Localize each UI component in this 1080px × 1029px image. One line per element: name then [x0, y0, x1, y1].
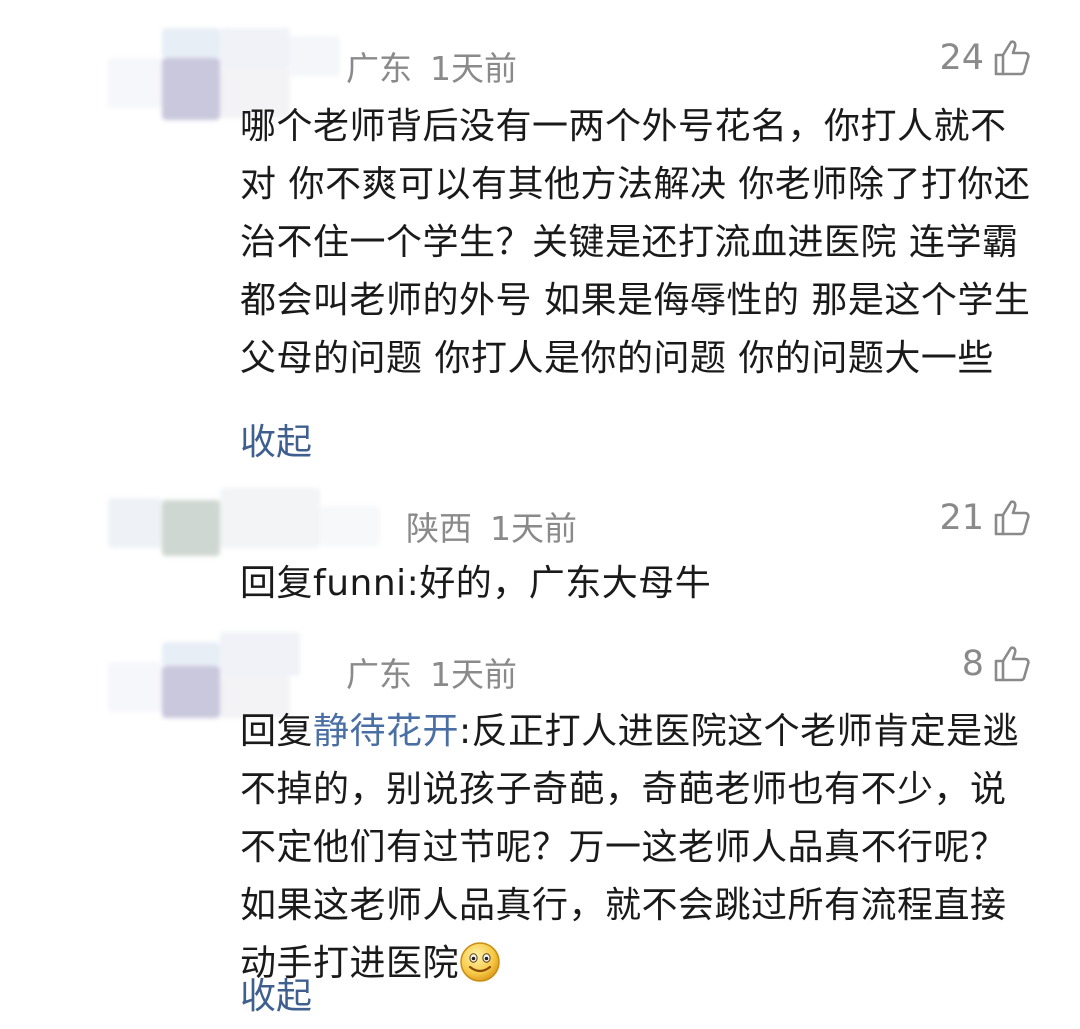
comment-location: 陕西 [406, 509, 472, 548]
comment-text: 回复静待花开:反正打人进医院这个老师肯定是逃不掉的，别说孩子奇葩，奇葩老师也有不… [240, 703, 1040, 993]
like-button[interactable]: 24 [939, 38, 1032, 78]
comment-text: 哪个老师背后没有一两个外号花名，你打人就不对 你不爽可以有其他方法解决 你老师除… [240, 106, 1031, 379]
comment-body: :好的，广东大母牛 [406, 563, 712, 604]
collapse-link[interactable]: 收起 [240, 967, 312, 1019]
thumbs-up-icon [994, 646, 1030, 682]
collapse-link[interactable]: 收起 [240, 413, 312, 465]
comment-time: 1天前 [490, 509, 577, 548]
comment-text: 回复funni:好的，广东大母牛 [240, 555, 1040, 613]
like-count: 21 [939, 498, 984, 538]
thumbs-up-icon [994, 500, 1030, 536]
comment-meta: 陕西 1天前 [406, 502, 577, 550]
comment-time: 1天前 [430, 49, 517, 88]
like-button[interactable]: 21 [939, 498, 1032, 538]
comment-meta: 广东 1天前 [346, 42, 517, 90]
thumbs-up-icon [994, 40, 1030, 76]
comment-location: 广东 [346, 655, 412, 694]
reply-to-user[interactable]: 静待花开 [313, 711, 459, 752]
reply-prefix: 回复 [240, 563, 314, 604]
comment-meta: 广东 1天前 [346, 648, 517, 696]
comment-time: 1天前 [430, 655, 517, 694]
smiley-emoji-icon [460, 942, 500, 982]
like-button[interactable]: 8 [962, 644, 1032, 684]
reply-prefix: 回复 [240, 711, 314, 752]
comment-location: 广东 [346, 49, 412, 88]
reply-to-user[interactable]: funni [313, 563, 407, 604]
like-count: 8 [961, 644, 984, 684]
like-count: 24 [939, 38, 984, 78]
